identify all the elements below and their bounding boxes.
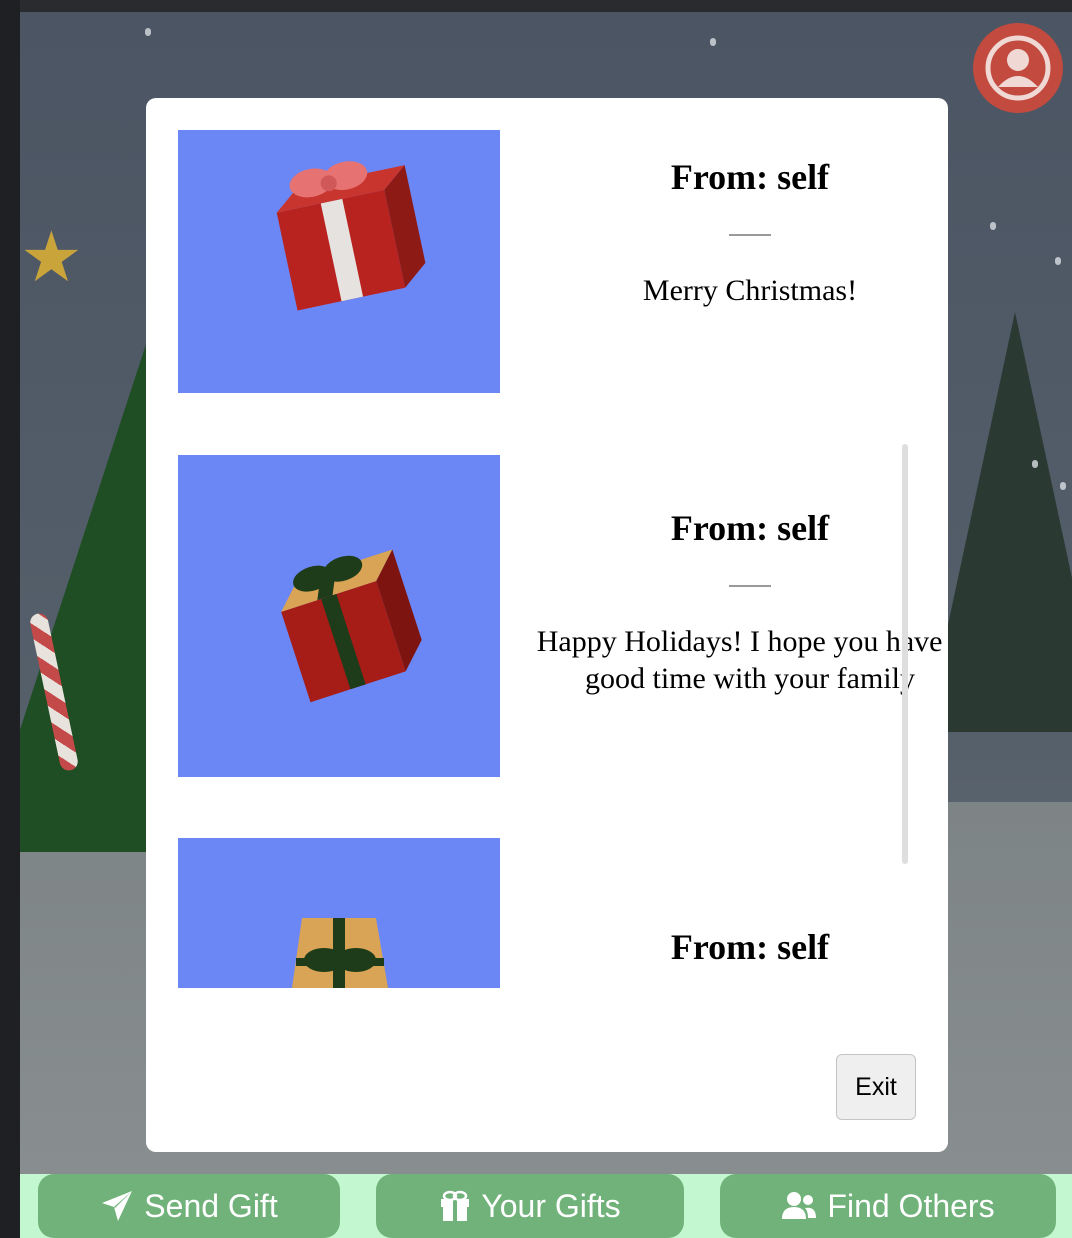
snowflake (990, 222, 996, 230)
gift-sender: From: self (670, 927, 830, 967)
gift-box-icon (292, 918, 388, 988)
gift-message: Merry Christmas! (642, 274, 858, 307)
user-circle-icon (985, 35, 1051, 101)
send-gift-button[interactable]: Send Gift (38, 1174, 340, 1238)
gift-icon (441, 1190, 470, 1221)
bottom-nav: Send Gift Your Gifts Find Others (20, 1174, 1072, 1238)
gift-preview (178, 838, 500, 988)
tree-star-icon: ★ (20, 216, 83, 298)
snowflake (1032, 460, 1038, 468)
divider (729, 234, 771, 236)
gift-box-icon (281, 549, 422, 703)
profile-button[interactable] (973, 23, 1063, 113)
scrollbar[interactable] (902, 444, 908, 864)
gift-item: From: self (178, 838, 918, 988)
your-gifts-modal: From: self Merry Christmas! From: self H… (146, 98, 948, 1152)
exit-button[interactable]: Exit (836, 1054, 916, 1120)
gift-preview (178, 455, 500, 777)
find-others-button[interactable]: Find Others (720, 1174, 1056, 1238)
gift-details: From: self Happy Holidays! I hope you ha… (530, 507, 948, 697)
gift-preview (178, 130, 500, 393)
gift-box-icon (276, 161, 426, 311)
users-icon (782, 1192, 817, 1219)
find-others-label: Find Others (827, 1187, 995, 1224)
your-gifts-button[interactable]: Your Gifts (376, 1174, 684, 1238)
window-left-bar (0, 0, 20, 1238)
gift-list[interactable]: From: self Merry Christmas! From: self H… (146, 98, 948, 988)
snowflake (145, 28, 151, 36)
snowflake (710, 38, 716, 46)
your-gifts-label: Your Gifts (481, 1187, 621, 1224)
gift-details: From: self (530, 926, 948, 968)
divider (729, 585, 771, 587)
gift-message: Happy Holidays! I hope you have a good t… (536, 625, 948, 695)
gift-item: From: self Merry Christmas! (178, 130, 918, 393)
send-gift-label: Send Gift (144, 1187, 278, 1224)
window-top-bar (0, 0, 1072, 12)
paper-plane-icon (102, 1191, 133, 1221)
snowflake (1055, 257, 1061, 265)
gift-details: From: self Merry Christmas! (530, 156, 948, 309)
snowflake (1060, 482, 1066, 490)
gift-sender: From: self (670, 157, 830, 197)
gift-item: From: self Happy Holidays! I hope you ha… (178, 455, 948, 777)
gift-sender: From: self (670, 508, 830, 548)
